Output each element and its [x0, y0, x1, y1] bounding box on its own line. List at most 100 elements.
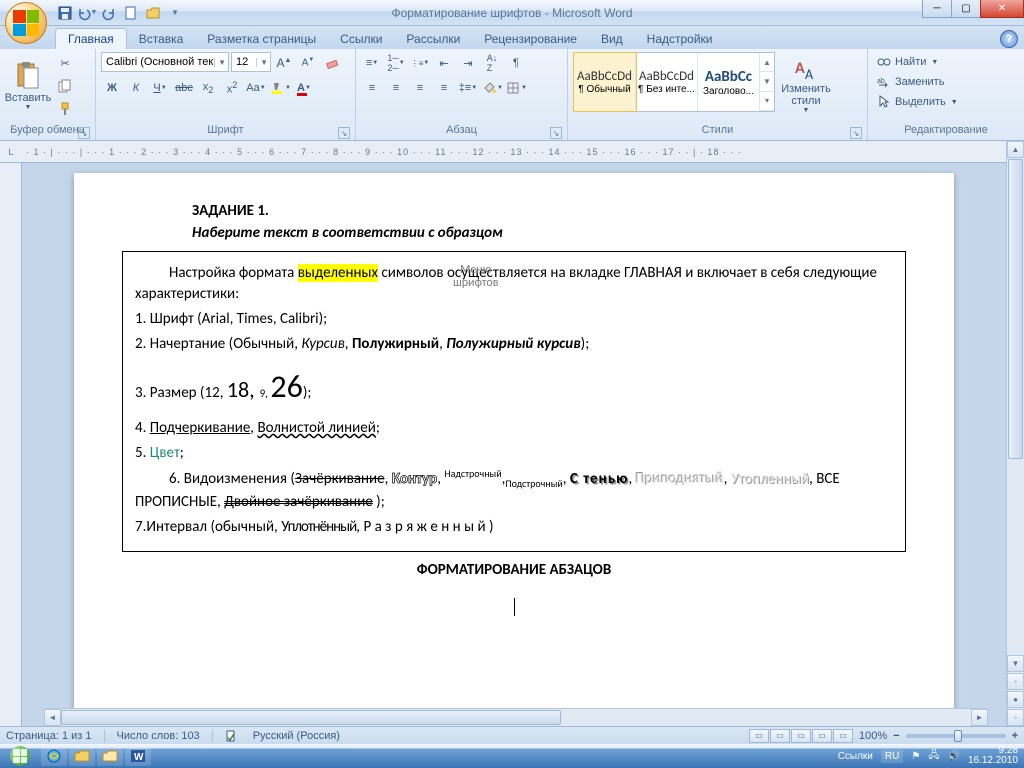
- borders-button[interactable]: ▼: [505, 77, 527, 99]
- bullets-button[interactable]: ≡▼: [361, 52, 383, 74]
- tray-clock[interactable]: 9:2816.12.2010: [968, 746, 1018, 766]
- tray-network-icon[interactable]: 🖧: [928, 748, 939, 765]
- strike-button[interactable]: abc: [173, 77, 195, 99]
- scroll-up[interactable]: ▲: [1007, 141, 1024, 158]
- scroll-down[interactable]: ▼: [1007, 655, 1024, 672]
- browse-object[interactable]: ●: [1007, 691, 1024, 708]
- align-center-button[interactable]: ≡: [385, 77, 407, 99]
- spellcheck-icon[interactable]: [225, 728, 241, 744]
- underline-button[interactable]: Ч▼: [149, 77, 171, 99]
- zoom-slider[interactable]: [906, 734, 1006, 738]
- zoom-in[interactable]: +: [1012, 730, 1018, 742]
- qat-undo[interactable]: ▼: [77, 3, 97, 23]
- vertical-ruler[interactable]: L: [0, 141, 22, 726]
- numbering-button[interactable]: 1─2─▼: [385, 52, 407, 74]
- shading-button[interactable]: ▼: [481, 77, 503, 99]
- tab-pagelayout[interactable]: Разметка страницы: [195, 29, 328, 49]
- help-button[interactable]: ?: [1000, 30, 1018, 48]
- subscript-button[interactable]: x2: [197, 77, 219, 99]
- task-ie[interactable]: [41, 746, 67, 766]
- horizontal-ruler[interactable]: · 1 · | · · · | · · · 1 · · · 2 · · · 3 …: [22, 141, 1006, 163]
- shrink-font-button[interactable]: A▼: [297, 52, 319, 74]
- qat-redo[interactable]: [99, 3, 119, 23]
- page[interactable]: ЗАДАНИЕ 1. Наберите текст в соответствии…: [74, 173, 954, 726]
- copy-button[interactable]: [54, 75, 76, 97]
- find-button[interactable]: Найти▼: [873, 52, 941, 72]
- font-family-combo[interactable]: Calibri (Основной текст)▼: [101, 52, 229, 72]
- ruler-corner[interactable]: L: [0, 141, 22, 163]
- change-case-button[interactable]: Aa▼: [245, 77, 267, 99]
- status-wordcount[interactable]: Число слов: 103: [117, 730, 200, 742]
- font-color-button[interactable]: A▼: [293, 77, 315, 99]
- dialog-launcher[interactable]: ↘: [338, 127, 350, 139]
- replace-button[interactable]: abЗаменить: [873, 72, 947, 92]
- qat-new[interactable]: [121, 3, 141, 23]
- style-nospacing[interactable]: AaBbCcDd¶ Без инте...: [636, 53, 698, 111]
- close-button[interactable]: ✕: [980, 0, 1024, 18]
- view-fullscreen[interactable]: ▭: [770, 729, 790, 743]
- select-button[interactable]: Выделить▼: [873, 92, 961, 112]
- indent-inc-button[interactable]: ⇥: [457, 52, 479, 74]
- gallery-more[interactable]: ▾: [760, 92, 774, 111]
- bold-button[interactable]: Ж: [101, 77, 123, 99]
- italic-button[interactable]: К: [125, 77, 147, 99]
- maximize-button[interactable]: ▢: [951, 0, 981, 18]
- view-print[interactable]: ▭: [749, 729, 769, 743]
- prev-page[interactable]: ◦: [1007, 673, 1024, 690]
- dialog-launcher[interactable]: ↘: [550, 127, 562, 139]
- multilevel-button[interactable]: ⋮≡▼: [409, 52, 431, 74]
- office-button[interactable]: [5, 2, 47, 44]
- highlight-button[interactable]: ▼: [269, 77, 291, 99]
- scroll-left[interactable]: ◄: [44, 709, 61, 726]
- task-word[interactable]: W: [125, 746, 151, 766]
- tab-insert[interactable]: Вставка: [127, 29, 196, 49]
- indent-dec-button[interactable]: ⇤: [433, 52, 455, 74]
- paste-button[interactable]: Вставить ▼: [5, 52, 51, 120]
- view-outline[interactable]: ▭: [812, 729, 832, 743]
- vertical-scrollbar[interactable]: ▲ ▼ ◦ ● ◦: [1006, 141, 1024, 726]
- cut-button[interactable]: ✂: [54, 52, 76, 74]
- show-marks-button[interactable]: ¶: [505, 52, 527, 74]
- tray-links[interactable]: Ссылки: [838, 751, 873, 762]
- tray-volume-icon[interactable]: 🔊: [947, 751, 959, 762]
- zoom-knob[interactable]: [954, 730, 962, 742]
- task-folder[interactable]: [97, 746, 123, 766]
- hscroll-thumb[interactable]: [61, 710, 561, 725]
- horizontal-scrollbar[interactable]: ◄ ►: [44, 708, 988, 726]
- align-left-button[interactable]: ≡: [361, 77, 383, 99]
- qat-save[interactable]: [55, 3, 75, 23]
- styles-gallery[interactable]: AaBbCcDd¶ Обычный AaBbCcDd¶ Без инте... …: [573, 52, 775, 112]
- dialog-launcher[interactable]: ↘: [78, 127, 90, 139]
- task-explorer[interactable]: [69, 746, 95, 766]
- vscroll-thumb[interactable]: [1008, 159, 1023, 459]
- align-justify-button[interactable]: ≡: [433, 77, 455, 99]
- zoom-level[interactable]: 100%: [859, 730, 887, 742]
- clear-format-button[interactable]: [321, 52, 343, 74]
- scroll-right[interactable]: ►: [971, 709, 988, 726]
- document-viewport[interactable]: ЗАДАНИЕ 1. Наберите текст в соответствии…: [22, 163, 1006, 726]
- tab-references[interactable]: Ссылки: [328, 29, 394, 49]
- tray-language[interactable]: RU: [881, 750, 903, 763]
- tab-mailings[interactable]: Рассылки: [394, 29, 472, 49]
- dialog-launcher[interactable]: ↘: [850, 127, 862, 139]
- status-language[interactable]: Русский (Россия): [253, 730, 340, 742]
- minimize-button[interactable]: ─: [922, 0, 952, 18]
- start-button[interactable]: [0, 744, 40, 768]
- align-right-button[interactable]: ≡: [409, 77, 431, 99]
- view-draft[interactable]: ▭: [833, 729, 853, 743]
- tab-review[interactable]: Рецензирование: [472, 29, 589, 49]
- superscript-button[interactable]: x2: [221, 77, 243, 99]
- tab-addins[interactable]: Надстройки: [635, 29, 725, 49]
- sort-button[interactable]: A↓Z: [481, 52, 503, 74]
- tab-view[interactable]: Вид: [589, 29, 635, 49]
- qat-open[interactable]: [143, 3, 163, 23]
- format-painter-button[interactable]: [54, 98, 76, 120]
- gallery-down[interactable]: ▼: [760, 72, 774, 91]
- qat-customize[interactable]: ▼: [165, 3, 185, 23]
- style-normal[interactable]: AaBbCcDd¶ Обычный: [574, 53, 636, 111]
- zoom-out[interactable]: −: [893, 730, 899, 742]
- next-page[interactable]: ◦: [1007, 709, 1024, 726]
- change-styles-button[interactable]: AA Изменить стили ▼: [778, 52, 834, 120]
- gallery-up[interactable]: ▲: [760, 53, 774, 72]
- status-page[interactable]: Страница: 1 из 1: [6, 730, 92, 742]
